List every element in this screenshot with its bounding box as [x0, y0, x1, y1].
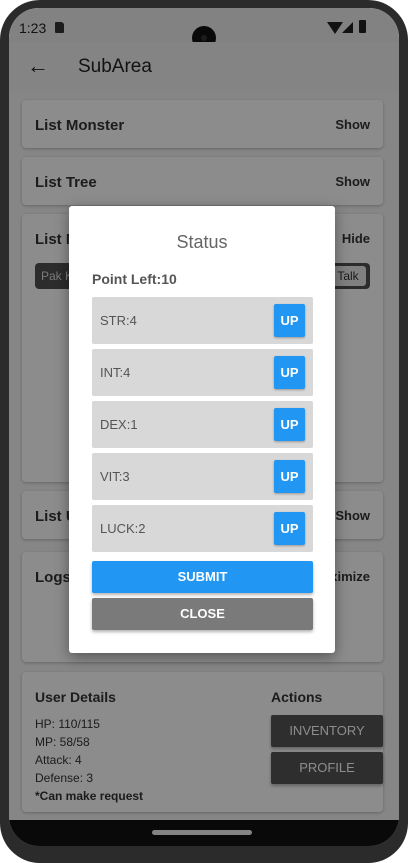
int-up-button[interactable]: UP: [274, 356, 305, 389]
screen: 1:23 ← SubArea List Monster Show List Tr…: [9, 8, 399, 846]
stat-label: STR:4: [100, 313, 137, 328]
dialog-title: Status: [176, 232, 228, 252]
close-button[interactable]: CLOSE: [92, 598, 313, 630]
status-dialog: Status Point Left:10 STR:4 UP INT:4 UP D…: [69, 206, 335, 653]
phone-frame: 1:23 ← SubArea List Monster Show List Tr…: [0, 0, 408, 863]
stat-label: INT:4: [100, 365, 131, 380]
submit-button[interactable]: SUBMIT: [92, 561, 313, 593]
points-left: Point Left:10: [92, 271, 177, 287]
stat-row-dex: DEX:1 UP: [92, 401, 313, 448]
vit-up-button[interactable]: UP: [274, 460, 305, 493]
stat-row-vit: VIT:3 UP: [92, 453, 313, 500]
stat-label: LUCK:2: [100, 521, 146, 536]
stat-row-str: STR:4 UP: [92, 297, 313, 344]
str-up-button[interactable]: UP: [274, 304, 305, 337]
stat-row-luck: LUCK:2 UP: [92, 505, 313, 552]
luck-up-button[interactable]: UP: [274, 512, 305, 545]
stat-label: VIT:3: [100, 469, 130, 484]
stat-label: DEX:1: [100, 417, 138, 432]
dex-up-button[interactable]: UP: [274, 408, 305, 441]
stat-row-int: INT:4 UP: [92, 349, 313, 396]
